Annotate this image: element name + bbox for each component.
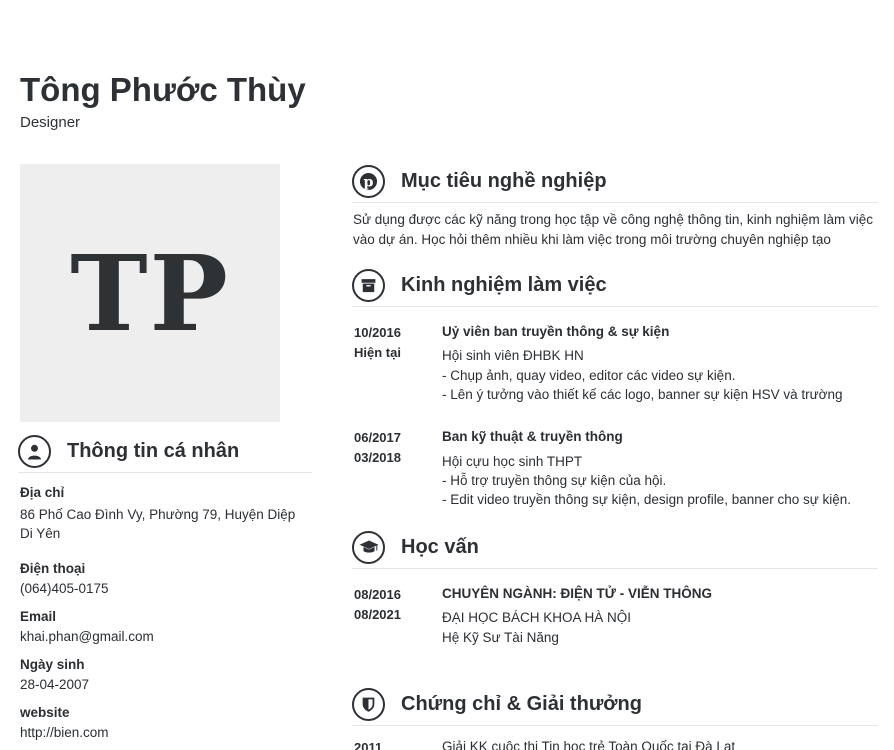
pinterest-icon: p (352, 164, 385, 198)
address-line-1: 86 Phố Cao Đình Vy, Phường 79, Huyện Diệ… (20, 507, 296, 522)
education-program: Hệ Kỹ Sư Tài Năng (442, 630, 559, 645)
shield-icon (352, 687, 385, 721)
education-major: CHUYÊN NGÀNH: ĐIỆN TỬ - VIỄN THÔNG (442, 586, 712, 601)
experience-item: 10/2016 Hiện tại Uỷ viên ban truyền thôn… (354, 324, 884, 408)
objective-text: Sử dụng được các kỹ năng trong học tập v… (353, 212, 873, 247)
education-title: Học vấn (401, 535, 479, 558)
email-value: khai.phan@gmail.com (20, 629, 154, 644)
experience-role: Uỷ viên ban truyền thông & sự kiện (442, 324, 670, 339)
job-title: Designer (20, 114, 81, 131)
education-school: ĐẠI HỌC BÁCH KHOA HÀ NỘI (442, 610, 632, 625)
personal-info-title: Thông tin cá nhân (67, 439, 240, 462)
objective-header: p Mục tiêu nghề nghiệp (352, 160, 878, 203)
user-icon (18, 434, 51, 468)
website-value[interactable]: http://bien.com (20, 723, 310, 743)
experience-date-from: 06/2017 (354, 430, 401, 445)
award-text: Giải KK cuộc thi Tin học trẻ Toàn Quốc t… (442, 739, 736, 750)
experience-item: 06/2017 03/2018 Ban kỹ thuật & truyền th… (354, 429, 884, 513)
address-label: Địa chỉ (20, 485, 65, 500)
website-label: website (20, 705, 70, 720)
experience-org: Hội cựu học sinh THPT (442, 454, 583, 469)
education-date-from: 08/2016 (354, 587, 401, 602)
svg-text:p: p (364, 174, 374, 190)
birthday-value: 28-04-2007 (20, 677, 90, 692)
experience-title: Kinh nghiệm làm việc (401, 273, 607, 296)
experience-detail: - Edit video truyền thông sự kiện, desig… (442, 492, 852, 507)
candidate-name: Tông Phước Thùy (20, 71, 306, 108)
email-label: Email (20, 609, 57, 624)
award-item: 2011 Giải KK cuộc thi Tin học trẻ Toàn Q… (354, 739, 884, 750)
experience-org: Hội sinh viên ĐHBK HN (442, 348, 584, 363)
personal-info-header: Thông tin cá nhân (18, 430, 312, 473)
experience-detail: - Hỗ trợ truyền thông sự kiện của hội. (442, 473, 667, 488)
graduation-cap-icon (352, 530, 385, 564)
experience-date-to: Hiện tại (354, 345, 401, 360)
experience-header: Kinh nghiệm làm việc (352, 264, 878, 307)
avatar-initials: TP (70, 231, 230, 355)
education-header: Học vấn (352, 526, 878, 569)
experience-role: Ban kỹ thuật & truyền thông (442, 429, 623, 444)
objective-title: Mục tiêu nghề nghiệp (401, 169, 607, 192)
birthday-label: Ngày sinh (20, 657, 85, 672)
phone-value: (064)405-0175 (20, 581, 109, 596)
experience-date-from: 10/2016 (354, 325, 401, 340)
education-item: 08/2016 08/2021 CHUYÊN NGÀNH: ĐIỆN TỬ - … (354, 586, 884, 648)
address-line-2: Di Yên (20, 526, 61, 541)
education-date-to: 08/2021 (354, 607, 401, 622)
experience-date-to: 03/2018 (354, 450, 401, 465)
experience-detail: - Chụp ảnh, quay video, editor các video… (442, 368, 736, 383)
avatar: TP (20, 164, 280, 422)
awards-title: Chứng chỉ & Giải thưởng (401, 692, 642, 715)
phone-label: Điện thoại (20, 561, 86, 576)
experience-detail: - Lên ý tưởng vào thiết kế các logo, ban… (442, 387, 843, 402)
archive-box-icon (352, 268, 385, 302)
award-year: 2011 (354, 740, 383, 750)
awards-header: Chứng chỉ & Giải thưởng (352, 683, 878, 726)
